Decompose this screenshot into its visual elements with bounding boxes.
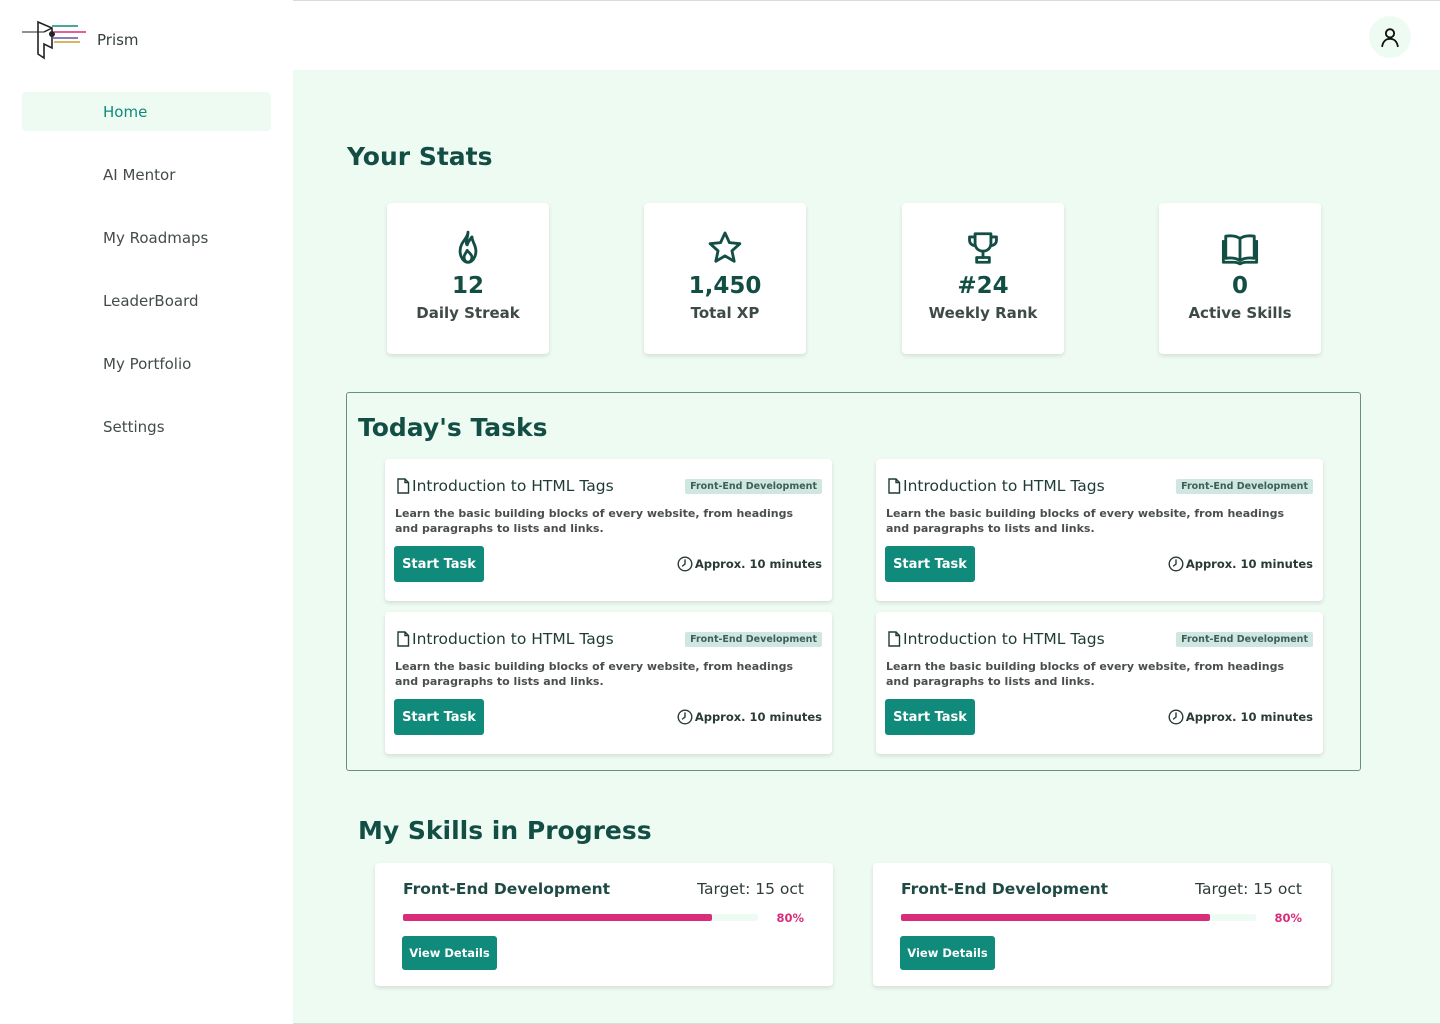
stat-label: Daily Streak [416, 304, 520, 322]
sidebar-item-leaderboard[interactable]: LeaderBoard [22, 281, 271, 320]
sidebar-item-label: LeaderBoard [103, 291, 199, 310]
skill-percent: 80% [1274, 911, 1302, 925]
clock-icon [677, 556, 693, 572]
clock-icon [1168, 709, 1184, 725]
skill-name: Front-End Development [901, 880, 1109, 898]
skill-progress-fill [901, 914, 1210, 921]
clock-icon [677, 709, 693, 725]
stat-value: 12 [451, 273, 484, 299]
skill-name: Front-End Development [403, 880, 611, 898]
task-description: Learn the basic building blocks of every… [886, 660, 1285, 688]
main-content: Your Stats 12 Daily Streak 1,450 Total X… [293, 70, 1440, 1024]
document-icon [888, 478, 901, 494]
stat-label: Active Skills [1188, 304, 1292, 322]
skill-target: Target: 15 oct [697, 880, 804, 898]
user-icon [1381, 28, 1399, 48]
stat-value: #24 [957, 273, 1009, 299]
task-title: Introduction to HTML Tags [396, 477, 614, 495]
app-name: Prism [97, 31, 139, 49]
document-icon [888, 631, 901, 647]
task-title: Introduction to HTML Tags [887, 630, 1105, 648]
stats-heading: Your Stats [347, 142, 493, 171]
stat-card-total-xp: 1,450 Total XP [644, 203, 806, 354]
document-icon [397, 631, 410, 647]
sidebar-item-home[interactable]: Home [22, 92, 271, 131]
sidebar-item-ai-mentor[interactable]: AI Mentor [22, 155, 271, 194]
view-details-button[interactable]: View Details [900, 936, 995, 970]
stat-card-active-skills: 0 Active Skills [1159, 203, 1321, 354]
task-title: Introduction to HTML Tags [396, 630, 614, 648]
task-time: Approx. 10 minutes [677, 709, 822, 725]
skill-progress-fill [403, 914, 712, 921]
skills-heading: My Skills in Progress [358, 816, 652, 845]
task-time-text: Approx. 10 minutes [694, 557, 822, 571]
task-time-text: Approx. 10 minutes [1185, 557, 1313, 571]
top-bar [293, 0, 1440, 70]
skill-progress-bar [901, 914, 1256, 921]
task-title-text: Introduction to HTML Tags [412, 630, 614, 648]
sidebar-item-label: Settings [103, 417, 165, 436]
task-title: Introduction to HTML Tags [887, 477, 1105, 495]
task-time-text: Approx. 10 minutes [1185, 710, 1313, 724]
skill-percent: 80% [776, 911, 804, 925]
task-time: Approx. 10 minutes [677, 556, 822, 572]
task-title-text: Introduction to HTML Tags [412, 477, 614, 495]
task-time-text: Approx. 10 minutes [694, 710, 822, 724]
task-title-text: Introduction to HTML Tags [903, 630, 1105, 648]
start-task-button[interactable]: Start Task [394, 546, 484, 582]
sidebar-nav: Home AI Mentor My Roadmaps LeaderBoard M… [22, 92, 271, 470]
task-card: Introduction to HTML Tags Front-End Deve… [876, 459, 1323, 601]
sidebar-item-label: My Portfolio [103, 354, 192, 373]
star-icon [708, 231, 742, 263]
sidebar-item-my-roadmaps[interactable]: My Roadmaps [22, 218, 271, 257]
task-description: Learn the basic building blocks of every… [886, 507, 1285, 535]
stat-card-weekly-rank: #24 Weekly Rank [902, 203, 1064, 354]
app-logo[interactable]: Prism [22, 18, 202, 62]
flame-icon [458, 230, 478, 264]
task-tag: Front-End Development [685, 632, 822, 647]
skill-card: Front-End Development Target: 15 oct 80%… [375, 863, 833, 986]
todays-tasks-section: Today's Tasks Introduction to HTML Tags … [346, 392, 1361, 771]
avatar-button[interactable] [1369, 16, 1411, 58]
stat-label: Total XP [690, 304, 760, 322]
task-card: Introduction to HTML Tags Front-End Deve… [385, 612, 832, 754]
task-description: Learn the basic building blocks of every… [395, 660, 794, 688]
sidebar-item-settings[interactable]: Settings [22, 407, 271, 446]
stat-value: 0 [1231, 273, 1248, 299]
document-icon [397, 478, 410, 494]
view-details-button[interactable]: View Details [402, 936, 497, 970]
tasks-heading: Today's Tasks [358, 413, 548, 442]
start-task-button[interactable]: Start Task [394, 699, 484, 735]
skill-target: Target: 15 oct [1195, 880, 1302, 898]
prism-logo-icon [22, 20, 86, 60]
stat-card-daily-streak: 12 Daily Streak [387, 203, 549, 354]
skill-card: Front-End Development Target: 15 oct 80%… [873, 863, 1331, 986]
task-time: Approx. 10 minutes [1168, 556, 1313, 572]
task-description: Learn the basic building blocks of every… [395, 507, 794, 535]
skill-progress-bar [403, 914, 758, 921]
task-card: Introduction to HTML Tags Front-End Deve… [385, 459, 832, 601]
task-time: Approx. 10 minutes [1168, 709, 1313, 725]
sidebar-item-my-portfolio[interactable]: My Portfolio [22, 344, 271, 383]
task-tag: Front-End Development [1176, 632, 1313, 647]
clock-icon [1168, 556, 1184, 572]
start-task-button[interactable]: Start Task [885, 546, 975, 582]
trophy-icon [968, 232, 998, 264]
start-task-button[interactable]: Start Task [885, 699, 975, 735]
sidebar-item-label: AI Mentor [103, 165, 176, 184]
book-icon [1221, 234, 1259, 266]
sidebar-item-label: My Roadmaps [103, 228, 209, 247]
stat-label: Weekly Rank [928, 304, 1038, 322]
sidebar-item-label: Home [103, 102, 148, 121]
task-title-text: Introduction to HTML Tags [903, 477, 1105, 495]
task-tag: Front-End Development [685, 479, 822, 494]
task-card: Introduction to HTML Tags Front-End Deve… [876, 612, 1323, 754]
task-tag: Front-End Development [1176, 479, 1313, 494]
stat-value: 1,450 [688, 273, 762, 299]
sidebar: Prism Home AI Mentor My Roadmaps LeaderB… [0, 0, 293, 1024]
